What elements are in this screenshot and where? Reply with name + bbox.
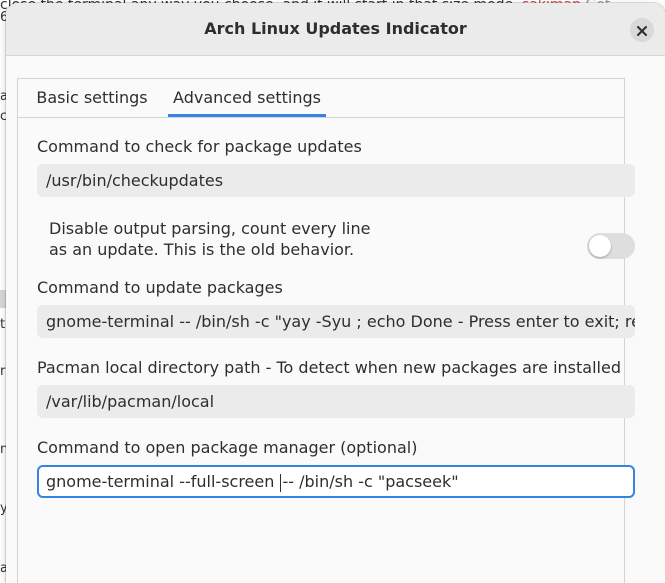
disable-parsing-description: Disable output parsing, count every line…: [49, 218, 370, 260]
check-updates-input[interactable]: /usr/bin/checkupdates: [37, 164, 635, 197]
settings-notebook: Basic settings Advanced settings Command…: [17, 78, 635, 583]
package-manager-label: Command to open package manager (optiona…: [37, 438, 418, 457]
close-icon: [637, 21, 647, 40]
disable-parsing-line-2: as an update. This is the old behavior.: [49, 240, 355, 259]
pacman-dir-label: Pacman local directory path - To detect …: [37, 358, 621, 377]
package-manager-text-after: -- /bin/sh -c "pacseek": [282, 472, 459, 491]
close-button[interactable]: [630, 18, 654, 42]
pacman-dir-input[interactable]: /var/lib/pacman/local: [37, 385, 635, 418]
update-packages-label: Command to update packages: [37, 278, 283, 297]
dialog-titlebar[interactable]: Arch Linux Updates Indicator: [6, 3, 665, 56]
update-packages-input[interactable]: gnome-terminal -- /bin/sh -c "yay -Syu ;…: [37, 305, 635, 338]
check-updates-label: Command to check for package updates: [37, 137, 362, 156]
dialog-title: Arch Linux Updates Indicator: [204, 19, 467, 38]
switch-knob: [589, 235, 611, 257]
tab-basic-settings[interactable]: Basic settings: [28, 79, 156, 117]
preferences-dialog: Arch Linux Updates Indicator Basic setti…: [6, 3, 665, 583]
disable-parsing-line-1: Disable output parsing, count every line: [49, 219, 371, 238]
package-manager-text-before: gnome-terminal --full-screen: [46, 472, 280, 491]
package-manager-input[interactable]: gnome-terminal --full-screen -- /bin/sh …: [37, 465, 635, 498]
disable-parsing-switch[interactable]: [587, 233, 635, 259]
tab-bar: Basic settings Advanced settings: [18, 79, 624, 118]
tab-advanced-settings[interactable]: Advanced settings: [168, 79, 326, 117]
